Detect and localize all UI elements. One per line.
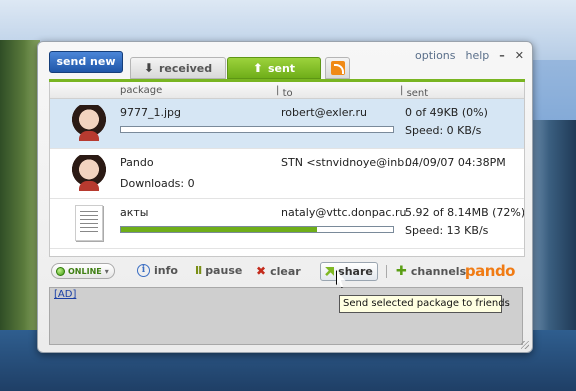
toolbar: ONLINE ▾ i info II pause ✖ clear share ✚… — [49, 261, 525, 283]
minimize-button[interactable]: – — [499, 49, 505, 62]
info-button[interactable]: i info — [137, 264, 178, 277]
close-button[interactable]: ✕ — [515, 49, 524, 62]
help-link[interactable]: help — [466, 49, 490, 62]
ad-link[interactable]: [AD] — [54, 289, 76, 300]
sent-status: 04/09/07 04:38PM — [405, 156, 506, 169]
column-sent[interactable]: | sent — [400, 85, 428, 99]
package-thumbnail — [71, 155, 107, 191]
options-link[interactable]: options — [415, 49, 456, 62]
share-button[interactable]: share — [320, 262, 378, 281]
list-item[interactable]: Pando STN <stnvidnoye@inb… 04/09/07 04:3… — [50, 149, 524, 199]
upload-arrow-icon: ⬆ — [252, 61, 263, 75]
window-menu: options help – ✕ — [415, 49, 524, 62]
sent-status: 5.92 of 8.14MB (72%) — [405, 206, 525, 219]
online-status-dropdown[interactable]: ONLINE ▾ — [51, 263, 115, 279]
rss-icon — [330, 61, 345, 75]
chevron-down-icon: ▾ — [104, 266, 109, 276]
package-name: акты — [120, 206, 149, 219]
share-tooltip: Send selected package to friends — [339, 295, 510, 313]
package-thumbnail — [75, 205, 103, 241]
info-icon: i — [137, 264, 150, 277]
list-item[interactable]: акты nataly@vttc.donpac.ru 5.92 of 8.14M… — [50, 199, 525, 249]
send-new-button[interactable]: send new — [49, 51, 123, 73]
online-dot-icon — [56, 266, 65, 276]
clear-x-icon: ✖ — [256, 264, 267, 278]
recipient: nataly@vttc.donpac.ru — [281, 206, 407, 219]
recipient: robert@exler.ru — [281, 106, 368, 119]
tab-rss[interactable] — [325, 57, 350, 79]
column-to[interactable]: | to — [276, 85, 293, 99]
pause-label: pause — [205, 264, 243, 277]
info-label: info — [154, 264, 178, 277]
resize-grip[interactable] — [521, 341, 529, 349]
downloads-text: Downloads: 0 — [120, 177, 195, 190]
recipient: STN <stnvidnoye@inb… — [281, 156, 416, 169]
share-arrow-icon — [325, 267, 335, 276]
toolbar-divider — [386, 265, 387, 278]
pause-icon: II — [195, 264, 202, 277]
pando-logo: pando — [464, 262, 516, 280]
tab-received[interactable]: ⬇ received — [130, 57, 226, 79]
tab-sent[interactable]: ⬆ sent — [227, 57, 321, 79]
package-thumbnail — [71, 105, 107, 141]
progress-bar — [120, 226, 394, 233]
clear-button[interactable]: ✖ clear — [256, 264, 301, 278]
speed-text: Speed: 13 KB/s — [405, 224, 489, 237]
package-list: package | to | sent 9777_1.jpg robert@ex… — [49, 82, 525, 257]
clear-label: clear — [270, 264, 301, 278]
channels-label: channels — [410, 265, 467, 278]
share-label: share — [338, 265, 373, 278]
sent-status: 0 of 49KB (0%) — [405, 106, 488, 119]
list-header: package | to | sent — [50, 82, 524, 99]
package-name: 9777_1.jpg — [120, 106, 182, 119]
progress-bar — [120, 126, 394, 133]
online-label: ONLINE — [68, 266, 102, 276]
pause-button[interactable]: II pause — [195, 264, 242, 277]
list-item[interactable]: 9777_1.jpg robert@exler.ru 0 of 49KB (0%… — [50, 99, 524, 149]
channels-button[interactable]: ✚ channels — [396, 264, 466, 279]
download-arrow-icon: ⬇ — [143, 61, 154, 75]
package-name: Pando — [120, 156, 154, 169]
tab-sent-label: sent — [267, 61, 296, 75]
speed-text: Speed: 0 KB/s — [405, 124, 482, 137]
column-package[interactable]: package — [120, 85, 162, 96]
plus-icon: ✚ — [396, 264, 407, 279]
progress-fill — [121, 227, 317, 232]
tab-received-label: received — [158, 61, 213, 75]
